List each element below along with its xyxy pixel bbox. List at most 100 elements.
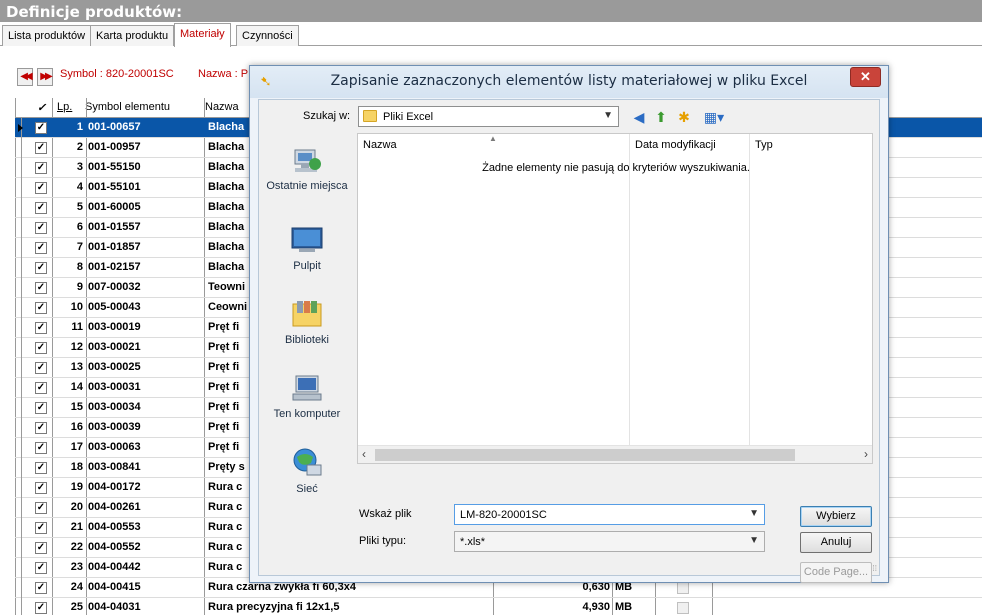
next-record-button[interactable]: ▶▶ [37, 68, 53, 86]
row-lp: 15 [70, 401, 83, 413]
tab-czynnosci[interactable]: Czynności [236, 25, 299, 46]
row-checkbox[interactable]: ✓ [35, 582, 47, 594]
sort-ascending-icon: ▲ [489, 134, 497, 143]
symbol-column-header[interactable]: Symbol elementu [85, 101, 170, 113]
row-checkbox[interactable]: ✓ [35, 382, 47, 394]
row-checkbox[interactable]: ✓ [35, 502, 47, 514]
view-menu-icon[interactable]: ▦▾ [700, 108, 728, 126]
row-checkbox[interactable]: ✓ [35, 262, 47, 274]
row-checkbox[interactable]: ✓ [35, 442, 47, 454]
row-checkbox[interactable]: ✓ [35, 242, 47, 254]
column-divider [629, 134, 630, 445]
row-indicator [15, 298, 22, 318]
horizontal-scrollbar[interactable]: ‹ › [358, 445, 872, 463]
row-checkbox[interactable]: ✓ [35, 362, 47, 374]
row-checkbox[interactable]: ✓ [35, 302, 47, 314]
filetype-dropdown[interactable]: *.xls* ▼ [454, 531, 765, 552]
row-indicator [15, 478, 22, 498]
row-checkbox[interactable]: ✓ [35, 562, 47, 574]
row-lp: 7 [76, 241, 83, 253]
row-checkbox[interactable]: ✓ [35, 162, 47, 174]
row-name: Pręt fi [208, 321, 240, 333]
select-button[interactable]: Wybierz [800, 506, 872, 527]
tab-lista-produktow[interactable]: Lista produktów [2, 25, 92, 46]
row-lp: 8 [76, 261, 83, 273]
scroll-left-icon[interactable]: ‹ [362, 447, 366, 461]
table-row[interactable]: ✓ 25 004-04031 Rura precyzyjna fi 12x1,5 4,9… [15, 598, 982, 615]
row-indicator [15, 398, 22, 418]
name-column-header[interactable]: Nazwa [363, 139, 397, 151]
row-name: Teowni [208, 281, 246, 293]
row-symbol: 005-00043 [88, 301, 141, 313]
network-icon [293, 448, 322, 476]
double-right-arrow-icon: ▶▶ [40, 71, 53, 82]
place-label: Pulpit [293, 260, 321, 272]
place-network[interactable]: Sieć [265, 447, 349, 495]
row-lp: 4 [76, 181, 83, 193]
row-symbol: 001-02157 [88, 261, 141, 273]
row-checkbox[interactable]: ✓ [35, 542, 47, 554]
row-flag-checkbox[interactable] [677, 582, 689, 594]
type-column-header[interactable]: Typ [755, 139, 773, 151]
row-lp: 19 [70, 481, 83, 493]
place-recent[interactable]: Ostatnie miejsca [265, 144, 349, 192]
row-checkbox[interactable]: ✓ [35, 462, 47, 474]
file-list[interactable]: ▲ Nazwa Data modyfikacji Typ Żadne eleme… [357, 133, 873, 464]
row-name: Pręt fi [208, 381, 240, 393]
place-computer[interactable]: Ten komputer [265, 372, 349, 420]
folder-icon [363, 110, 377, 122]
row-checkbox[interactable]: ✓ [35, 322, 47, 334]
row-checkbox[interactable]: ✓ [35, 182, 47, 194]
date-column-header[interactable]: Data modyfikacji [635, 139, 716, 151]
chevron-down-icon[interactable]: ▼ [749, 508, 759, 519]
row-checkbox[interactable]: ✓ [35, 282, 47, 294]
place-libraries[interactable]: Biblioteki [265, 298, 349, 346]
row-checkbox[interactable]: ✓ [35, 202, 47, 214]
row-checkbox[interactable]: ✓ [35, 402, 47, 414]
check-column-header[interactable]: ✓ [37, 101, 46, 114]
row-checkbox[interactable]: ✓ [35, 422, 47, 434]
code-page-button[interactable]: Code Page... [800, 562, 872, 583]
resize-grip-icon[interactable]: ⁞⁞ [873, 564, 877, 573]
row-lp: 18 [70, 461, 83, 473]
current-row-indicator-icon [18, 124, 23, 132]
row-checkbox[interactable]: ✓ [35, 222, 47, 234]
row-checkbox[interactable]: ✓ [35, 602, 47, 614]
up-folder-icon[interactable]: ⬆ [652, 108, 670, 126]
dialog-titlebar[interactable]: ➷ Zapisanie zaznaczonych elementów listy… [250, 66, 888, 98]
filetype-label: Pliki typu: [359, 535, 407, 547]
row-lp: 23 [70, 561, 83, 573]
filetype-value: *.xls* [460, 536, 486, 548]
scroll-thumb[interactable] [375, 449, 795, 461]
row-checkbox[interactable]: ✓ [35, 522, 47, 534]
name-column-header[interactable]: Nazwa [205, 101, 239, 113]
lp-column-header[interactable]: Lp. [57, 101, 72, 113]
row-symbol: 001-01557 [88, 221, 141, 233]
filename-input[interactable]: LM-820-20001SC ▼ [454, 504, 765, 525]
empty-message: Żadne elementy nie pasują do kryteriów w… [482, 162, 750, 174]
back-icon[interactable]: ◀ [630, 108, 648, 126]
row-name: Pręt fi [208, 341, 240, 353]
row-symbol: 007-00032 [88, 281, 141, 293]
look-in-dropdown[interactable]: Pliki Excel ▼ [358, 106, 619, 127]
tab-karta-produktu[interactable]: Karta produktu [90, 25, 175, 46]
row-indicator [15, 138, 22, 158]
row-checkbox[interactable]: ✓ [35, 482, 47, 494]
row-checkbox[interactable]: ✓ [35, 142, 47, 154]
new-folder-icon[interactable]: ✱ [675, 108, 693, 126]
scroll-right-icon[interactable]: › [864, 447, 868, 461]
row-checkbox[interactable]: ✓ [35, 342, 47, 354]
row-name: Pręt fi [208, 401, 240, 413]
row-lp: 11 [71, 321, 83, 333]
row-symbol: 004-00553 [88, 521, 141, 533]
row-lp: 21 [70, 521, 83, 533]
row-indicator [15, 218, 22, 238]
cancel-button[interactable]: Anuluj [800, 532, 872, 553]
tab-materialy[interactable]: Materiały [174, 23, 231, 47]
place-desktop[interactable]: Pulpit [265, 224, 349, 272]
row-flag-checkbox[interactable] [677, 602, 689, 614]
row-indicator [15, 238, 22, 258]
close-button[interactable]: ✕ [850, 67, 881, 87]
previous-record-button[interactable]: ◀◀ [17, 68, 33, 86]
row-checkbox[interactable]: ✓ [35, 122, 47, 134]
